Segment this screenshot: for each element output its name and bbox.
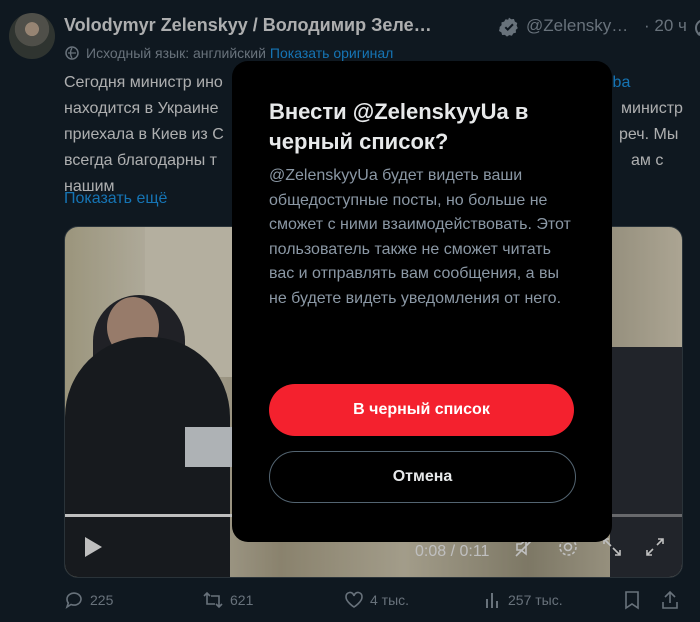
block-dialog: Внести @ZelenskyyUa в черный список? @Ze…: [232, 61, 612, 542]
dialog-body: @ZelenskyyUa будет видеть ваши общедосту…: [269, 167, 571, 307]
cancel-button[interactable]: Отмена: [269, 451, 576, 503]
dialog-title: Внести @ZelenskyyUa в черный список?: [269, 99, 529, 154]
confirm-block-button[interactable]: В черный список: [269, 384, 574, 436]
